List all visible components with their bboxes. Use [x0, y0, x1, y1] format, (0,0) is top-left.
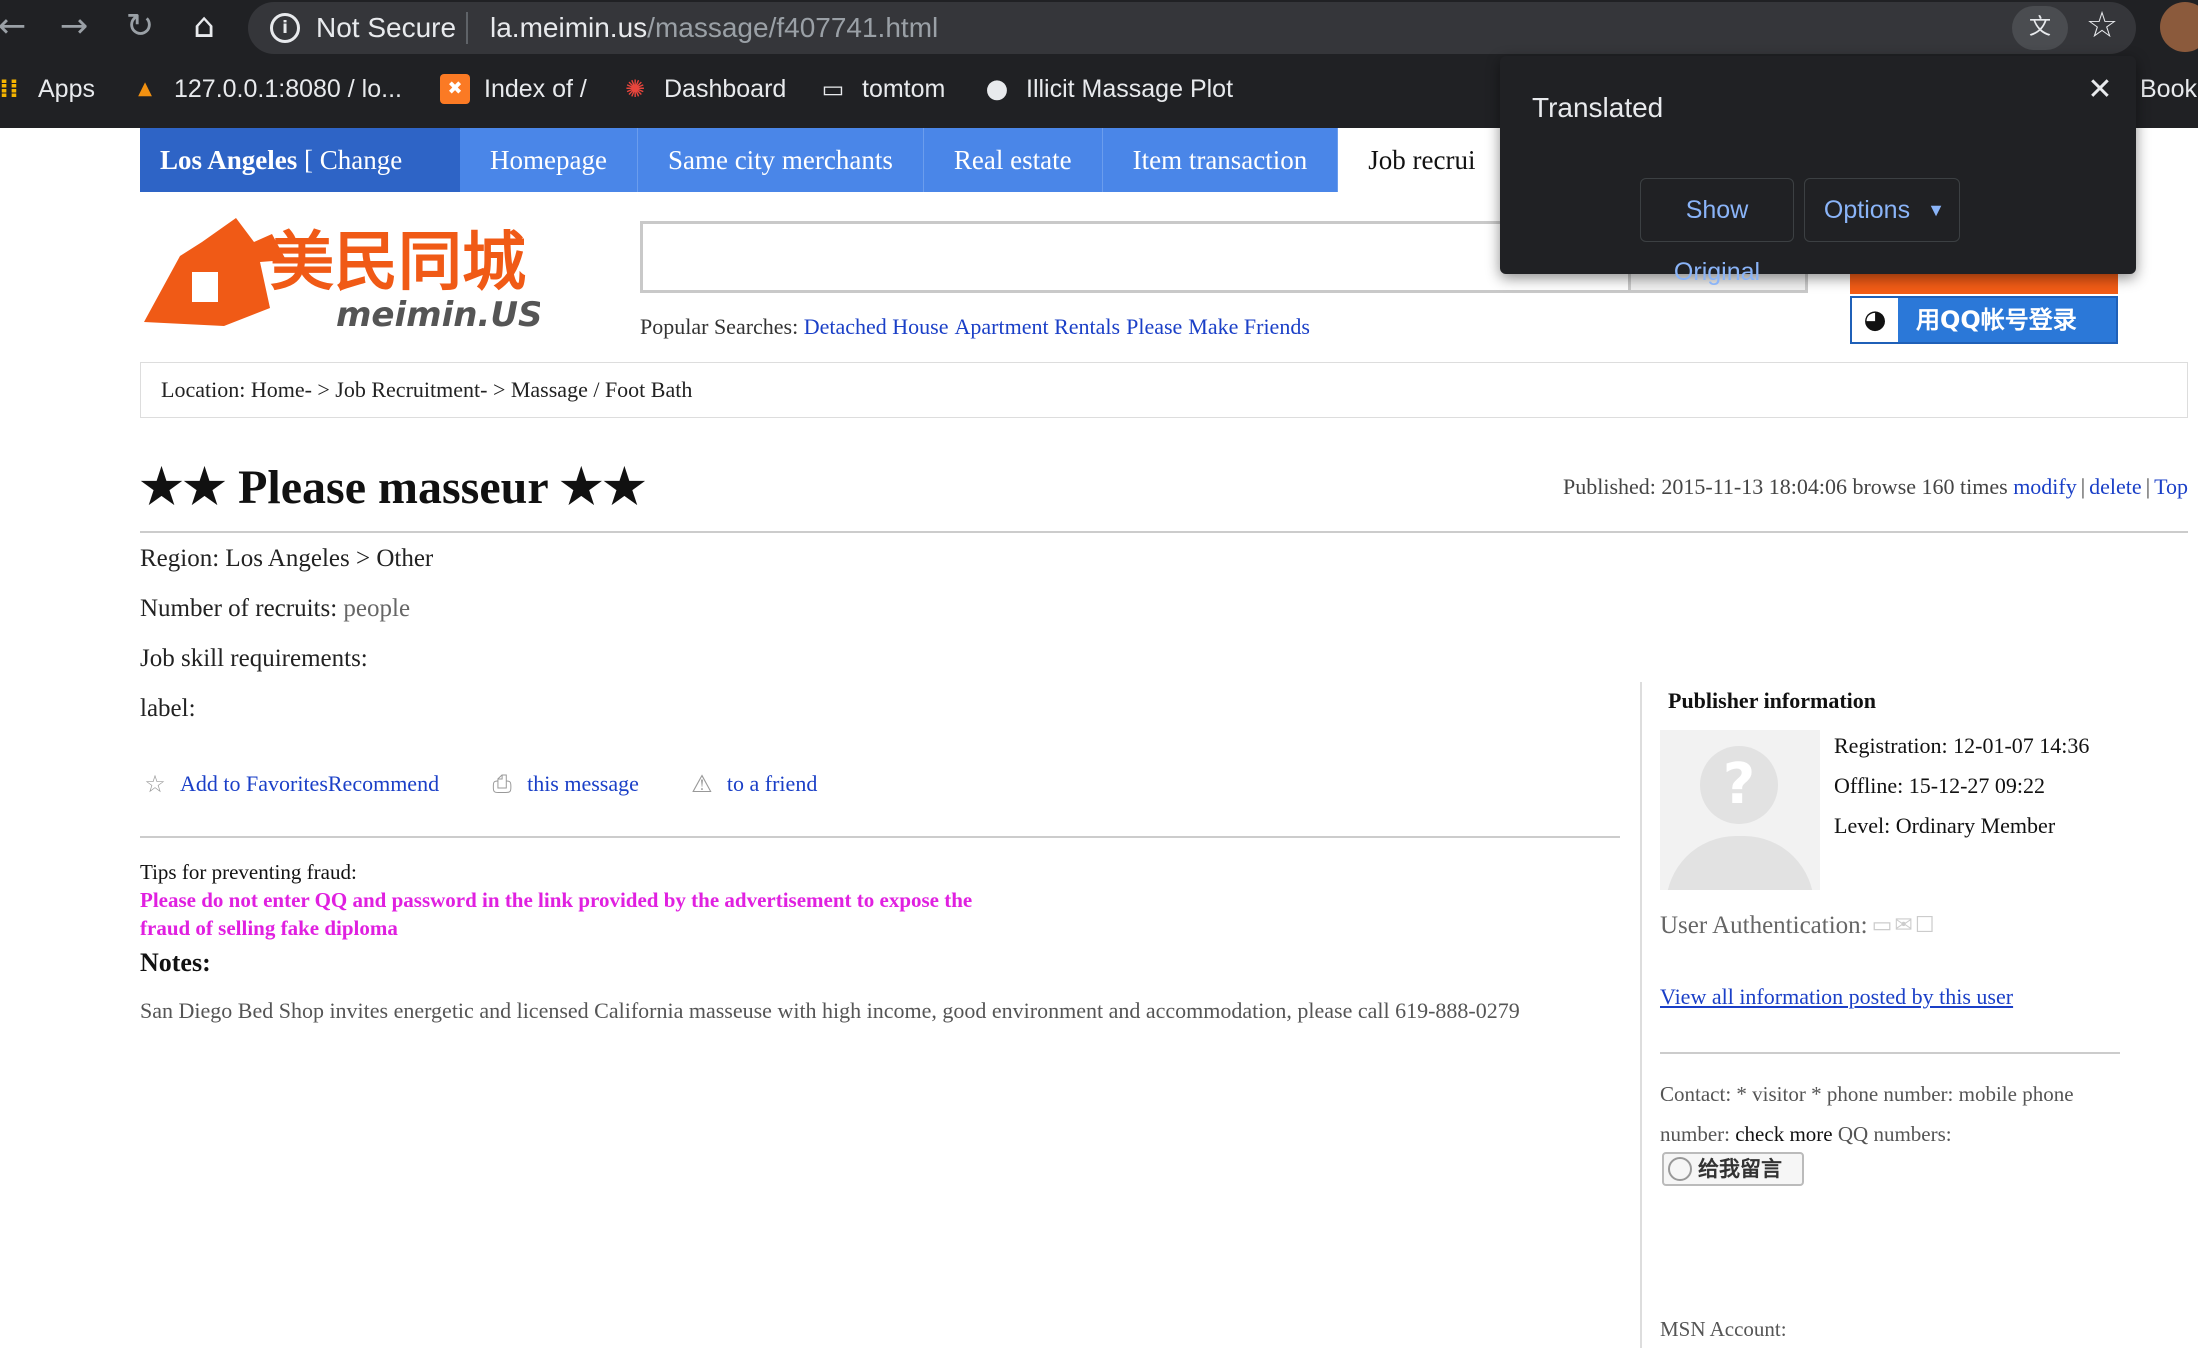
nav-job-recruitment[interactable]: Job recrui [1338, 128, 1506, 192]
send-friend-link[interactable]: ⚠ to a friend [687, 769, 817, 799]
message-icon [1668, 1157, 1692, 1181]
bookmark-tomtom[interactable]: ▭ tomtom [818, 70, 946, 108]
skill-field: Job skill requirements: [140, 645, 368, 672]
nav-item-transaction[interactable]: Item transaction [1103, 128, 1339, 192]
show-original-button[interactable]: Show Original [1640, 178, 1794, 286]
bookmark-phpmyadmin[interactable]: ▲ 127.0.0.1:8080 / lo... [130, 70, 402, 108]
post-actions: ☆ Add to FavoritesRecommend ⎙ this message… [140, 762, 865, 806]
publisher-heading: Publisher information [1668, 688, 1877, 713]
popular-search-link[interactable]: Apartment Rentals [955, 314, 1121, 339]
logo-english-text: meimin.US [336, 295, 540, 335]
bookmarks-overflow[interactable]: Book [2140, 70, 2197, 108]
user-authentication: User Authentication: ▭✉☐ [1660, 912, 1937, 939]
post-meta: Published: 2015-11-13 18:04:06 browse 16… [1563, 474, 2188, 499]
popular-search-link[interactable]: Make Friends [1188, 314, 1310, 339]
star-icon: ☆ [144, 770, 166, 798]
post-details: Region: Los Angeles > Other Number of re… [140, 544, 1620, 1023]
column-divider [1640, 682, 1642, 1348]
city-selector[interactable]: Los Angeles [ Change [140, 128, 460, 192]
divider [1660, 1052, 2120, 1054]
question-mark-icon: ? [1700, 746, 1778, 824]
translate-icon[interactable]: 文 [2012, 6, 2068, 50]
region-field: Region: Los Angeles > Other [140, 545, 434, 572]
modify-link[interactable]: modify [2013, 474, 2077, 499]
webpage: Los Angeles [ Change Homepage Same city … [0, 128, 2198, 1348]
close-icon[interactable]: ✕ [2080, 70, 2120, 110]
fraud-warning: Please do not enter QQ and password in t… [140, 888, 973, 940]
forward-icon[interactable]: → [54, 6, 94, 46]
warning-icon: ⚠ [691, 770, 713, 798]
printer-icon: ⎙ [492, 770, 512, 798]
notes-heading: Notes: [140, 948, 211, 977]
view-all-posts-link[interactable]: View all information posted by this user [1660, 982, 2013, 1012]
url-text[interactable]: la.meimin.us/massage/f407741.html [490, 11, 938, 45]
globe-icon: ● [985, 74, 1009, 104]
avatar: ? [1660, 730, 1820, 890]
security-status[interactable]: Not Secure [316, 11, 456, 45]
popular-searches: Popular Searches: Detached House Apartmen… [640, 314, 1310, 339]
nav-real-estate[interactable]: Real estate [924, 128, 1103, 192]
msn-account: MSN Account: [1660, 1317, 1787, 1341]
print-message-link[interactable]: ⎙ this message [487, 769, 638, 799]
popup-title: Translated [1532, 92, 1664, 123]
leave-message-button[interactable]: 给我留言 [1662, 1152, 1804, 1186]
home-icon[interactable]: ⌂ [184, 6, 224, 46]
divider [140, 531, 2188, 533]
nav-homepage[interactable]: Homepage [460, 128, 638, 192]
notes-body: San Diego Bed Shop invites energetic and… [140, 998, 1520, 1023]
phpmyadmin-icon: ▲ [138, 78, 152, 99]
contact-info: Contact: * visitor * phone number: mobil… [1660, 1082, 2074, 1146]
translate-popup: Translated ✕ Show Original Options ▼ [1500, 56, 2136, 286]
tag-field: label: [140, 695, 196, 722]
avatar-body-shape [1666, 836, 1814, 890]
site-nav: Los Angeles [ Change Homepage Same city … [140, 128, 1520, 192]
logo-graphic: 美民同城 meimin.US [144, 218, 542, 335]
back-icon[interactable]: ← [0, 6, 32, 46]
nav-same-city-merchants[interactable]: Same city merchants [638, 128, 924, 192]
logo-chinese-text: 美民同城 [270, 226, 526, 300]
reload-icon[interactable]: ↻ [120, 6, 160, 46]
page-title: ★★ Please masseur ★★ [140, 461, 646, 514]
add-favorites-link[interactable]: ☆ Add to FavoritesRecommend [140, 769, 439, 799]
site-logo[interactable]: 美民同城 meimin.US [140, 212, 542, 340]
top-link[interactable]: Top [2154, 474, 2188, 499]
options-button[interactable]: Options ▼ [1804, 178, 1960, 242]
divider [140, 836, 1620, 838]
info-icon[interactable]: i [270, 13, 300, 43]
auth-badges-icon: ▭✉☐ [1871, 913, 1937, 938]
recruits-field: Number of recruits: people [140, 595, 411, 622]
bookmark-star-icon[interactable]: ☆ [2080, 4, 2124, 48]
breadcrumb: Location: Home- > Job Recruitment- > Mas… [140, 362, 2188, 418]
delete-link[interactable]: delete [2089, 474, 2142, 499]
popular-search-link[interactable]: Please [1126, 314, 1182, 339]
url-separator [466, 12, 468, 44]
address-bar[interactable]: i Not Secure la.meimin.us/massage/f40774… [248, 2, 2136, 54]
logo-house-window [192, 272, 218, 302]
qq-penguin-icon: ◕ [1852, 298, 1898, 342]
qq-login-button[interactable]: ◕ 用QQ帐号登录 [1850, 296, 2118, 344]
check-more-link[interactable]: check more [1735, 1122, 1832, 1146]
publisher-stats: Registration: 12-01-07 14:36 Offline: 15… [1834, 733, 2090, 838]
bookmark-dashboard[interactable]: ✺ Dashboard [620, 70, 786, 108]
breadcrumb-path[interactable]: Home- > Job Recruitment- > Massage / Foo… [251, 377, 693, 402]
apps-grid-icon: ⁞⁞ [0, 74, 19, 104]
folder-icon: ▭ [821, 75, 845, 103]
profile-avatar[interactable] [2160, 2, 2198, 52]
fraud-tips: Tips for preventing fraud: Please do not… [140, 858, 1020, 942]
bookmark-illicit-massage-plot[interactable]: ● Illicit Massage Plot [982, 70, 1233, 108]
xampp-icon: ✖ [440, 74, 470, 104]
popular-search-link[interactable]: Detached House [804, 314, 949, 339]
dashboard-icon: ✺ [624, 75, 646, 103]
bookmark-index[interactable]: ✖ Index of / [440, 70, 587, 108]
bookmark-apps[interactable]: ⁞⁞ Apps [0, 70, 95, 108]
chevron-down-icon: ▼ [1927, 200, 1945, 220]
